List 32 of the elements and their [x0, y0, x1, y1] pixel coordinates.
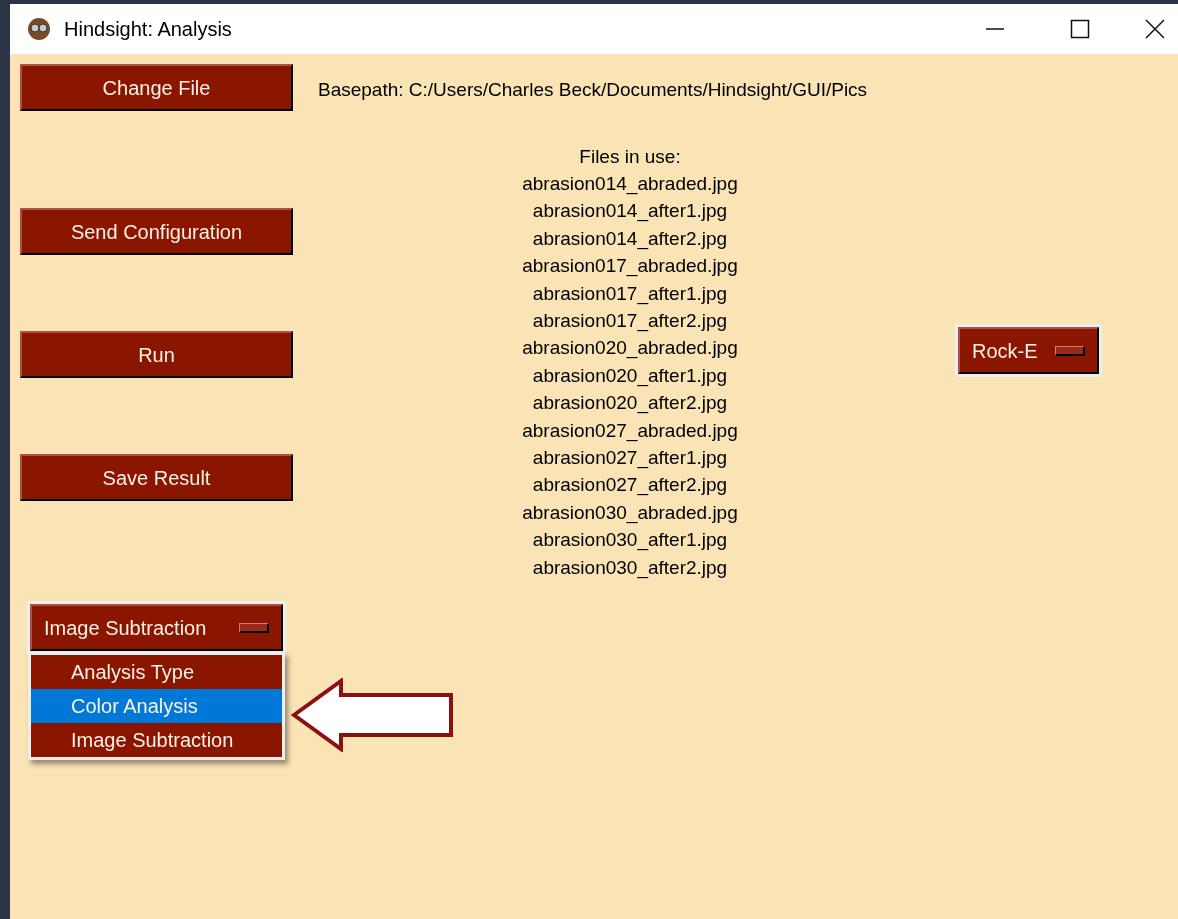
file-name: abrasion017_abraded.jpg [522, 254, 738, 279]
indicator-icon [239, 622, 269, 633]
file-name: abrasion027_after2.jpg [532, 473, 728, 498]
menu-item[interactable]: Image Subtraction [31, 723, 282, 757]
file-name: abrasion020_after2.jpg [532, 391, 728, 416]
file-name: abrasion027_after1.jpg [532, 445, 728, 471]
maximize-icon[interactable] [1070, 19, 1090, 39]
file-name: abrasion030_abraded.jpg [522, 500, 738, 526]
indicator-icon [1055, 345, 1085, 356]
file-name: abrasion014_after2.jpg [532, 226, 728, 252]
app-icon [27, 17, 51, 41]
action-button[interactable]: Change File [20, 64, 293, 111]
file-name: abrasion017_after1.jpg [532, 281, 728, 307]
file-name: abrasion014_abraded.jpg [522, 171, 738, 197]
action-button[interactable]: Run [20, 331, 293, 378]
analysis-type-dropdown[interactable]: Image Subtraction [30, 604, 283, 651]
close-icon[interactable] [1145, 19, 1165, 39]
files-heading: Files in use: [579, 144, 681, 169]
file-name: abrasion027_abraded.jpg [522, 418, 738, 444]
rock-dropdown[interactable]: Rock-E [958, 327, 1099, 374]
window-title: Hindsight: Analysis [64, 17, 232, 42]
file-name: abrasion030_after1.jpg [532, 528, 728, 553]
file-name: abrasion020_abraded.jpg [522, 336, 738, 361]
file-name: abrasion017_after2.jpg [532, 308, 728, 334]
menu-item[interactable]: Analysis Type [31, 655, 282, 689]
file-name: abrasion014_after1.jpg [532, 199, 728, 224]
action-button[interactable]: Save Result [20, 454, 293, 501]
action-button[interactable]: Send Configuration [20, 208, 293, 255]
file-name: abrasion020_after1.jpg [532, 363, 728, 389]
menu-item[interactable]: Color Analysis [31, 689, 282, 723]
basepath-label: Basepath: C:/Users/Charles Beck/Documents/Hindsight/GUI/Pics [318, 78, 869, 102]
file-name: abrasion030_after2.jpg [532, 555, 728, 581]
